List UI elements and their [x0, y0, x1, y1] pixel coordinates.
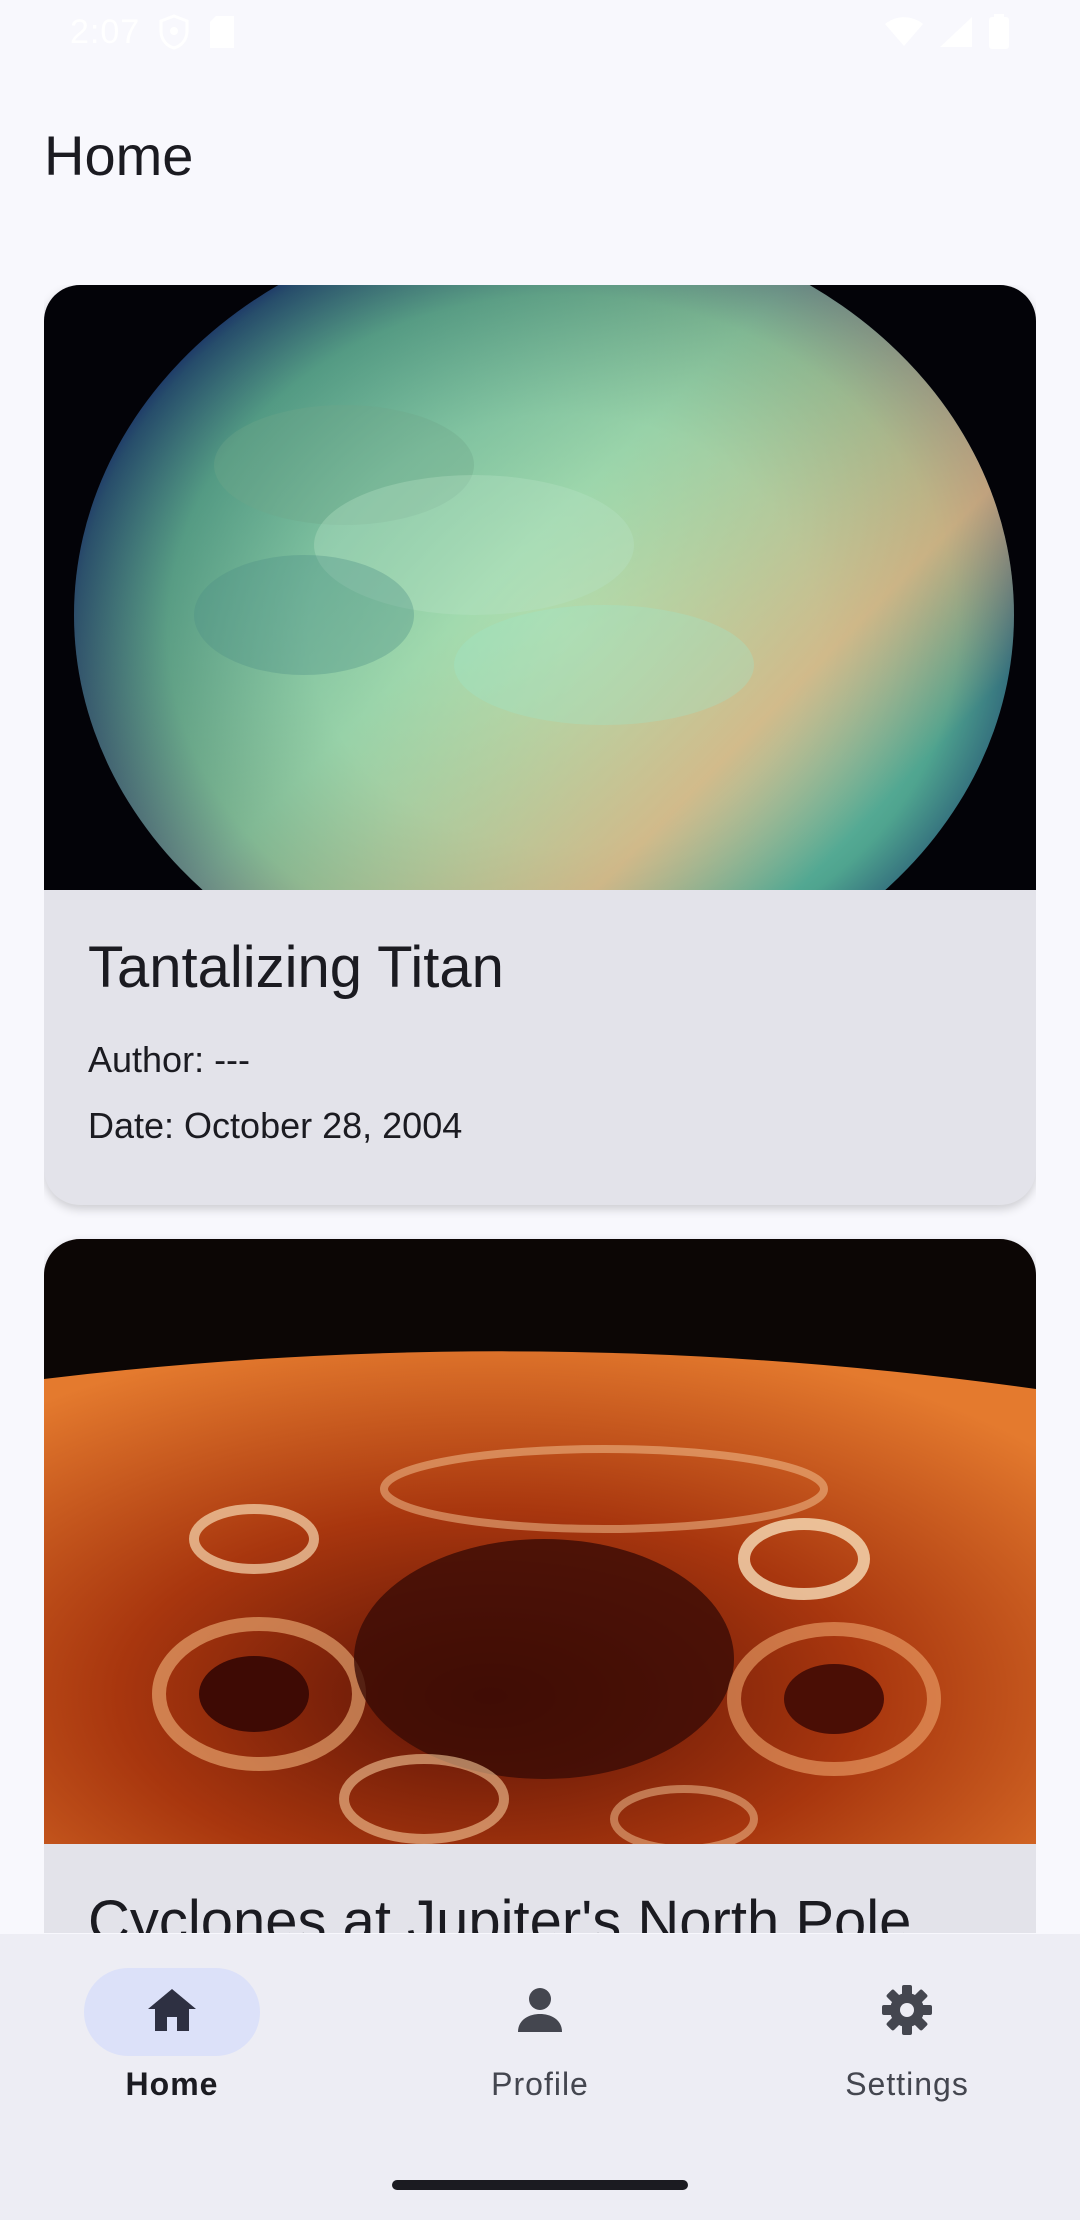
article-image: [44, 285, 1036, 890]
nav-active-indicator: [84, 1968, 260, 2056]
article-card[interactable]: Cyclones at Jupiter's North Pole: [44, 1239, 1036, 1933]
article-author: Author: ---: [88, 1039, 251, 1080]
article-feed[interactable]: Tantalizing Titan Author: --- Date: Octo…: [44, 285, 1036, 1933]
nav-label: Home: [125, 2066, 219, 2102]
bottom-navigation: Home Profile Settings: [0, 1934, 1080, 2220]
battery-icon: [988, 14, 1010, 50]
article-card-body: Cyclones at Jupiter's North Pole: [44, 1844, 1036, 1933]
status-time: 2:07: [70, 12, 141, 51]
gesture-handle[interactable]: [392, 2180, 688, 2190]
article-image: [44, 1239, 1036, 1844]
top-app-bar: Home: [44, 100, 193, 210]
wifi-icon: [884, 16, 924, 48]
article-date: Date: October 28, 2004: [88, 1105, 463, 1146]
article-title: Tantalizing Titan: [88, 935, 504, 1000]
shield-icon: [158, 14, 190, 50]
article-title: Cyclones at Jupiter's North Pole: [88, 1889, 912, 1933]
person-icon: [516, 1986, 564, 2039]
nav-item-profile[interactable]: Profile: [420, 1968, 660, 2103]
nav-item-home[interactable]: Home: [52, 1968, 292, 2103]
nav-item-settings[interactable]: Settings: [787, 1968, 1027, 2103]
nav-label: Profile: [491, 2066, 589, 2102]
nav-label: Settings: [845, 2066, 969, 2102]
home-icon: [146, 1987, 198, 2038]
article-card[interactable]: Tantalizing Titan Author: --- Date: Octo…: [44, 285, 1036, 1205]
signal-icon: [938, 15, 974, 49]
page-title: Home: [44, 123, 194, 187]
sim-card-icon: [208, 15, 236, 49]
gear-icon: [881, 1984, 933, 2041]
status-bar: 2:07: [0, 0, 1080, 64]
article-card-body: Tantalizing Titan Author: --- Date: Octo…: [44, 890, 1036, 1205]
